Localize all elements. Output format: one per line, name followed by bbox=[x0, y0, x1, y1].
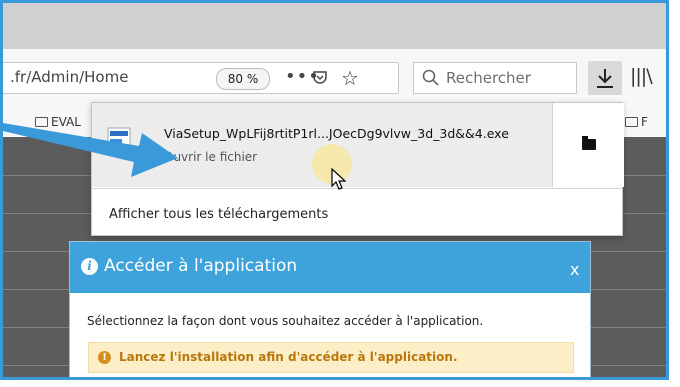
dialog-message: Sélectionnez la façon dont vous souhaite… bbox=[87, 314, 484, 328]
show-all-downloads-link[interactable]: Afficher tous les téléchargements bbox=[109, 207, 328, 222]
warning-icon: ! bbox=[98, 351, 111, 364]
search-icon bbox=[422, 69, 439, 86]
warning-alert: ! Lancez l'installation afin d'accéder à… bbox=[88, 342, 574, 373]
download-status[interactable]: Ouvrir le fichier bbox=[164, 150, 257, 164]
bookmark-label: EVAL bbox=[51, 115, 81, 129]
open-folder-button[interactable] bbox=[552, 103, 624, 187]
search-bar[interactable]: Rechercher bbox=[413, 62, 577, 94]
bookmark-label: F bbox=[641, 115, 648, 129]
zoom-level-badge[interactable]: 80 % bbox=[216, 68, 270, 90]
folder-icon bbox=[35, 117, 48, 127]
navigation-toolbar: .fr/Admin/Home 80 % ••• ☆ Rechercher |||… bbox=[3, 49, 666, 108]
access-application-dialog: i Accéder à l'application x Sélectionnez… bbox=[69, 241, 591, 377]
mouse-cursor-icon bbox=[331, 168, 347, 190]
dialog-close-button[interactable]: x bbox=[570, 260, 579, 279]
url-bar[interactable]: .fr/Admin/Home 80 % ••• ☆ bbox=[3, 62, 399, 94]
info-icon: i bbox=[81, 258, 98, 275]
download-arrow-icon bbox=[597, 69, 613, 88]
browser-titlebar bbox=[3, 3, 666, 49]
bookmark-star-icon[interactable]: ☆ bbox=[341, 66, 359, 90]
downloads-button[interactable] bbox=[588, 61, 622, 95]
pocket-icon[interactable] bbox=[312, 69, 328, 85]
download-filename: ViaSetup_WpLFij8rtitP1rl...JOecDg9vlvw_3… bbox=[164, 126, 509, 141]
warning-text: Lancez l'installation afin d'accéder à l… bbox=[119, 350, 458, 364]
downloads-panel: ViaSetup_WpLFij8rtitP1rl...JOecDg9vlvw_3… bbox=[91, 102, 624, 236]
library-icon[interactable]: |||\ bbox=[630, 65, 653, 87]
bookmark-folder-eval[interactable]: EVAL bbox=[35, 115, 81, 129]
panel-divider bbox=[92, 188, 622, 189]
dialog-title: Accéder à l'application bbox=[104, 256, 298, 276]
search-placeholder: Rechercher bbox=[446, 69, 531, 87]
dialog-header: i Accéder à l'application x bbox=[70, 242, 590, 293]
bookmark-folder-f[interactable]: F bbox=[625, 115, 648, 129]
url-text[interactable]: .fr/Admin/Home bbox=[10, 68, 128, 86]
exe-file-icon bbox=[107, 127, 131, 155]
screenshot-frame: .fr/Admin/Home 80 % ••• ☆ Rechercher |||… bbox=[0, 0, 669, 380]
folder-icon bbox=[582, 136, 596, 150]
folder-icon bbox=[625, 117, 638, 127]
